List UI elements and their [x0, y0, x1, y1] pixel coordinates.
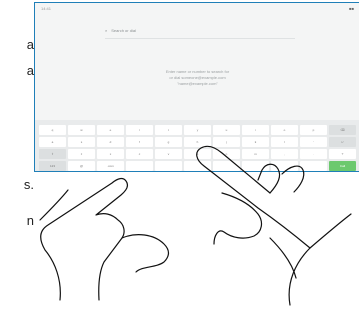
left-hand-outline — [40, 177, 128, 301]
left-thumb — [121, 234, 170, 273]
right-hand-index — [196, 145, 311, 249]
right-hand-outline — [288, 213, 352, 306]
right-hand-lower — [213, 192, 263, 245]
right-hand-base — [269, 237, 297, 279]
hands-illustration — [39, 145, 352, 306]
left-wrist — [39, 189, 69, 221]
